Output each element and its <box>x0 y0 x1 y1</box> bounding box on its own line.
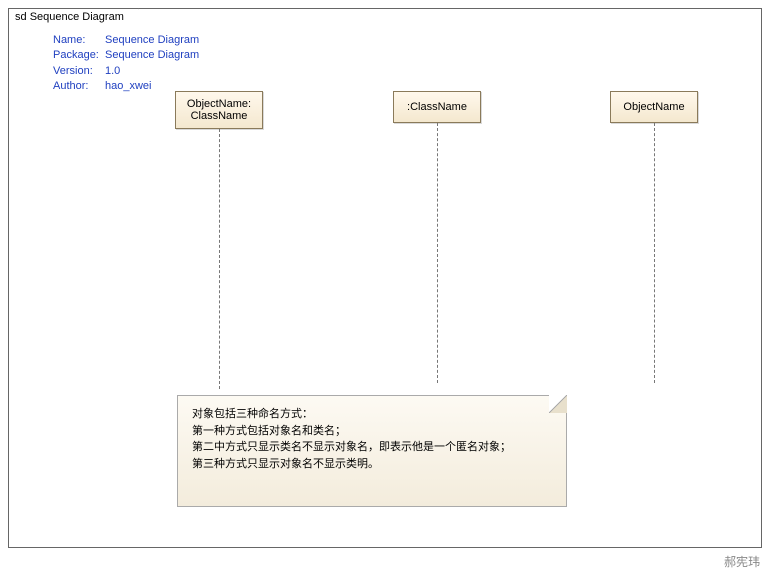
frame-prefix: sd <box>15 11 27 23</box>
meta-author-label: Author: <box>53 79 105 94</box>
lifeline-head[interactable]: ObjectName <box>610 91 698 123</box>
meta-package-value: Sequence Diagram <box>105 48 199 63</box>
frame-title-tab: sd Sequence Diagram <box>8 8 139 25</box>
lifeline-dash <box>654 123 655 383</box>
lifeline-label-line1: :ClassName <box>404 101 470 113</box>
meta-version-label: Version: <box>53 64 105 79</box>
lifeline-head[interactable]: :ClassName <box>393 91 481 123</box>
meta-name-label: Name: <box>53 33 105 48</box>
meta-version-value: 1.0 <box>105 64 120 79</box>
diagram-frame: sd Sequence Diagram Name: Sequence Diagr… <box>8 8 762 548</box>
lifeline-label-line1: ObjectName <box>621 101 687 113</box>
lifeline: ObjectName: ClassName <box>175 91 263 389</box>
diagram-metadata: Name: Sequence Diagram Package: Sequence… <box>53 33 199 95</box>
note-line: 第一种方式包括对象名和类名； <box>192 423 552 440</box>
frame-title: Sequence Diagram <box>30 11 124 23</box>
meta-name-value: Sequence Diagram <box>105 33 199 48</box>
lifeline: :ClassName <box>393 91 481 383</box>
lifeline-label-line1: ObjectName: <box>186 98 252 110</box>
lifeline-dash <box>219 129 220 389</box>
diagram-note[interactable]: 对象包括三种命名方式： 第一种方式包括对象名和类名； 第二中方式只显示类名不显示… <box>177 395 567 507</box>
note-line: 第三种方式只显示对象名不显示类明。 <box>192 456 552 473</box>
author-watermark: 郝宪玮 <box>724 553 760 570</box>
lifeline-dash <box>437 123 438 383</box>
note-line: 对象包括三种命名方式： <box>192 406 552 423</box>
lifeline-head[interactable]: ObjectName: ClassName <box>175 91 263 129</box>
lifeline-label-line2: ClassName <box>186 110 252 122</box>
meta-author-value: hao_xwei <box>105 79 151 94</box>
note-line: 第二中方式只显示类名不显示对象名，即表示他是一个匿名对象； <box>192 439 552 456</box>
lifeline: ObjectName <box>610 91 698 383</box>
meta-package-label: Package: <box>53 48 105 63</box>
